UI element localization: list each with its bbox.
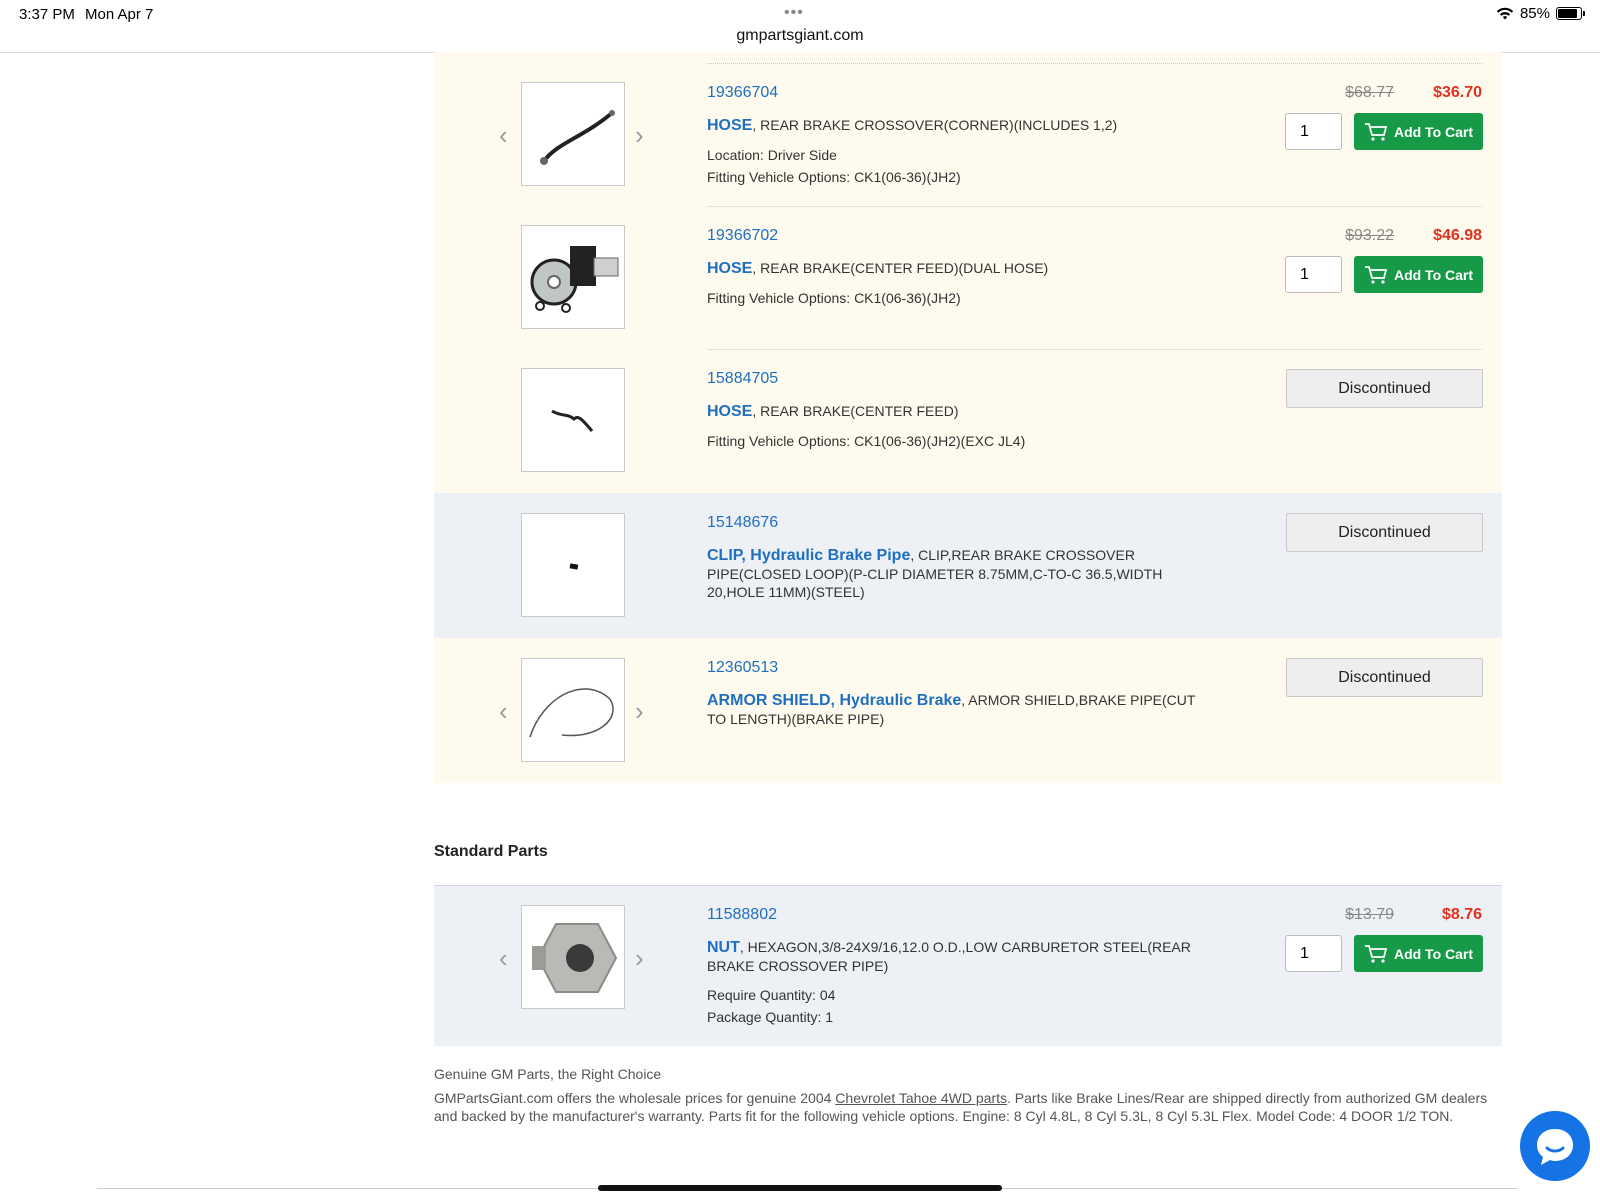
part-name-link[interactable]: ARMOR SHIELD, Hydraulic Brake — [707, 692, 961, 709]
part-number-link[interactable]: 15148676 — [707, 514, 778, 532]
part-number-link[interactable]: 19366704 — [707, 84, 778, 102]
cart-icon — [1364, 122, 1388, 141]
sale-price: $36.70 — [1433, 84, 1482, 101]
cart-icon — [1364, 944, 1388, 963]
quantity-input[interactable] — [1285, 935, 1342, 972]
quantity-input[interactable] — [1285, 113, 1342, 150]
wifi-icon — [1496, 7, 1514, 19]
next-image-chevron-icon[interactable]: › — [635, 122, 644, 148]
home-indicator[interactable] — [598, 1185, 1002, 1191]
footer-text-start: GMPartsGiant.com offers the wholesale pr… — [434, 1090, 836, 1106]
part-fitting-options: Fitting Vehicle Options: CK1(06-36)(JH2) — [707, 169, 961, 185]
part-description: HOSE, REAR BRAKE(CENTER FEED) — [707, 402, 1217, 421]
part-image[interactable] — [521, 658, 625, 762]
part-name-link[interactable]: NUT — [707, 939, 740, 956]
sale-price: $46.98 — [1433, 227, 1482, 244]
row-divider — [707, 349, 1482, 350]
part-description: NUT, HEXAGON,3/8-24X9/16,12.0 O.D.,LOW C… — [707, 938, 1217, 975]
part-description-text: , REAR BRAKE CROSSOVER(CORNER)(INCLUDES … — [752, 117, 1118, 133]
add-to-cart-label: Add To Cart — [1393, 266, 1474, 283]
part-image[interactable] — [521, 225, 625, 329]
part-image[interactable] — [521, 905, 625, 1009]
part-name-link[interactable]: HOSE — [707, 260, 752, 277]
prev-image-chevron-icon[interactable]: ‹ — [499, 945, 508, 971]
part-fitting-options: Fitting Vehicle Options: CK1(06-36)(JH2) — [707, 290, 961, 306]
part-description-text: , REAR BRAKE(CENTER FEED) — [752, 403, 959, 419]
status-right: 85% — [1496, 5, 1585, 22]
status-date: Mon Apr 7 — [85, 6, 154, 23]
require-quantity: Require Quantity: 04 — [707, 987, 836, 1003]
discontinued-button[interactable]: Discontinued — [1286, 369, 1483, 408]
footer-heading: Genuine GM Parts, the Right Choice — [434, 1066, 662, 1082]
part-description: ARMOR SHIELD, Hydraulic Brake, ARMOR SHI… — [707, 691, 1217, 728]
discontinued-button[interactable]: Discontinued — [1286, 513, 1483, 552]
original-price: $13.79 — [1345, 906, 1394, 923]
prev-image-chevron-icon[interactable]: ‹ — [499, 698, 508, 724]
original-price: $93.22 — [1345, 227, 1394, 244]
chat-button[interactable] — [1520, 1111, 1590, 1181]
battery-icon — [1556, 7, 1585, 20]
battery-percent: 85% — [1519, 5, 1550, 22]
part-number-link[interactable]: 11588802 — [707, 906, 777, 924]
vehicle-parts-link[interactable]: Chevrolet Tahoe 4WD parts — [835, 1090, 1007, 1106]
status-bar: 3:37 PM Mon Apr 7 ••• gmpartsgiant.com 8… — [0, 0, 1600, 53]
next-image-chevron-icon[interactable]: › — [635, 698, 644, 724]
footer-text: GMPartsGiant.com offers the wholesale pr… — [434, 1089, 1504, 1125]
chat-bubble-icon — [1537, 1129, 1573, 1165]
standard-parts-heading: Standard Parts — [434, 843, 548, 860]
add-to-cart-button[interactable]: Add To Cart — [1354, 113, 1483, 150]
part-image[interactable] — [521, 82, 625, 186]
part-image[interactable] — [521, 368, 625, 472]
quantity-input[interactable] — [1285, 256, 1342, 293]
part-number-link[interactable]: 15884705 — [707, 370, 778, 388]
discontinued-button[interactable]: Discontinued — [1286, 658, 1483, 697]
part-description: HOSE, REAR BRAKE(CENTER FEED)(DUAL HOSE) — [707, 259, 1217, 278]
package-quantity: Package Quantity: 1 — [707, 1009, 834, 1025]
next-image-chevron-icon[interactable]: › — [635, 945, 644, 971]
address-bar-url[interactable]: gmpartsgiant.com — [0, 27, 1600, 45]
part-number-link[interactable]: 19366702 — [707, 227, 778, 245]
cart-icon — [1364, 265, 1388, 284]
sale-price: $8.76 — [1441, 906, 1482, 923]
prev-image-chevron-icon[interactable]: ‹ — [499, 122, 508, 148]
part-description-text: , HEXAGON,3/8-24X9/16,12.0 O.D.,LOW CARB… — [707, 939, 1191, 974]
part-name-link[interactable]: HOSE — [707, 403, 752, 420]
add-to-cart-label: Add To Cart — [1393, 945, 1474, 962]
part-location: Location: Driver Side — [707, 147, 837, 163]
part-description: CLIP, Hydraulic Brake Pipe, CLIP,REAR BR… — [707, 546, 1217, 601]
add-to-cart-label: Add To Cart — [1393, 123, 1474, 140]
row-divider — [707, 206, 1482, 207]
part-name-link[interactable]: HOSE — [707, 117, 752, 134]
part-name-link[interactable]: CLIP, Hydraulic Brake Pipe — [707, 547, 910, 564]
more-dots-icon[interactable]: ••• — [784, 4, 804, 22]
add-to-cart-button[interactable]: Add To Cart — [1354, 935, 1483, 972]
row-divider — [707, 63, 1482, 64]
part-fitting-options: Fitting Vehicle Options: CK1(06-36)(JH2)… — [707, 433, 1026, 449]
part-number-link[interactable]: 12360513 — [707, 659, 778, 677]
part-description-text: , REAR BRAKE(CENTER FEED)(DUAL HOSE) — [752, 260, 1049, 276]
add-to-cart-button[interactable]: Add To Cart — [1354, 256, 1483, 293]
status-time: 3:37 PM — [19, 6, 75, 23]
part-description: HOSE, REAR BRAKE CROSSOVER(CORNER)(INCLU… — [707, 116, 1217, 135]
original-price: $68.77 — [1345, 84, 1394, 101]
part-image[interactable] — [521, 513, 625, 617]
